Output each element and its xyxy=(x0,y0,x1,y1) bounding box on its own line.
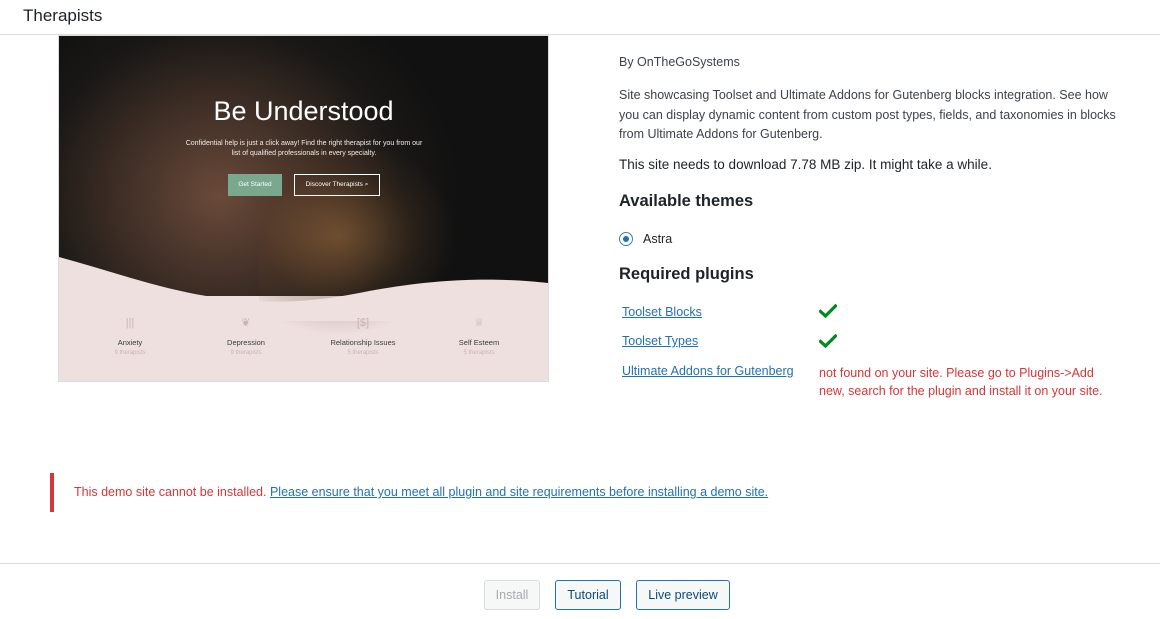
live-preview-button[interactable]: Live preview xyxy=(636,580,730,610)
category-anxiety: ||| Anxiety 9 therapists xyxy=(85,316,175,356)
error-notice: This demo site cannot be installed. Plea… xyxy=(50,473,1140,512)
crown-icon: ♕ xyxy=(474,317,484,329)
category-count: 9 therapists xyxy=(230,350,262,356)
bars-icon: ||| xyxy=(125,317,135,329)
notice-text: This demo site cannot be installed. Plea… xyxy=(74,485,768,499)
category-count: 5 therapists xyxy=(463,350,495,356)
brain-icon: ❦ xyxy=(241,317,251,329)
category-relationship-issues: [$] Relationship Issues 5 therapists xyxy=(318,316,408,356)
plugin-link-ultimate-addons[interactable]: Ultimate Addons for Gutenberg xyxy=(622,364,794,378)
site-preview-image: Be Understood Confidential help is just … xyxy=(58,35,549,382)
notice-requirements-link[interactable]: Please ensure that you meet all plugin a… xyxy=(270,485,768,499)
available-themes-heading: Available themes xyxy=(619,192,754,210)
plugin-missing-message: not found on your site. Please go to Plu… xyxy=(819,366,1103,398)
category-count: 5 therapists xyxy=(347,350,379,356)
hero-discover-label: Discover Therapists xyxy=(305,181,363,188)
search-icon: ⌕ xyxy=(364,181,369,188)
category-name: Self Esteem xyxy=(458,338,500,347)
tutorial-button[interactable]: Tutorial xyxy=(555,580,621,610)
hero-discover-button: Discover Therapists ⌕ xyxy=(294,174,380,196)
wave-divider xyxy=(59,257,548,321)
hero-title: Be Understood xyxy=(213,96,394,126)
dollar-box-icon: [$] xyxy=(356,317,370,329)
hero-get-started-button: Get Started xyxy=(228,174,282,196)
notice-error-text: This demo site cannot be installed. xyxy=(74,485,267,499)
check-icon xyxy=(819,304,837,318)
install-button[interactable]: Install xyxy=(484,580,540,610)
site-description: Site showcasing Toolset and Ultimate Add… xyxy=(619,88,1116,141)
modal-title: Therapists xyxy=(23,6,103,25)
plugin-link-toolset-types[interactable]: Toolset Types xyxy=(622,334,698,348)
plugin-link-toolset-blocks[interactable]: Toolset Blocks xyxy=(622,305,702,319)
radio-selected-dot xyxy=(623,236,629,242)
site-author: By OnTheGoSystems xyxy=(619,55,740,69)
category-name: Relationship Issues xyxy=(330,338,396,347)
download-note: This site needs to download 7.78 MB zip.… xyxy=(619,157,992,172)
modal-header: Therapists xyxy=(0,0,1160,35)
theme-label-astra[interactable]: Astra xyxy=(643,232,672,246)
category-self-esteem: ♕ Self Esteem 5 therapists xyxy=(434,316,524,356)
required-plugins-heading: Required plugins xyxy=(619,265,754,283)
theme-radio-astra[interactable] xyxy=(619,232,633,246)
category-name: Anxiety xyxy=(117,338,143,347)
hero-subtitle: Confidential help is just a click away! … xyxy=(185,140,423,157)
category-count: 9 therapists xyxy=(114,350,146,356)
check-icon xyxy=(819,334,837,348)
category-depression: ❦ Depression 9 therapists xyxy=(201,316,291,356)
modal-footer: Install Tutorial Live preview xyxy=(0,563,1160,619)
category-name: Depression xyxy=(227,338,265,347)
